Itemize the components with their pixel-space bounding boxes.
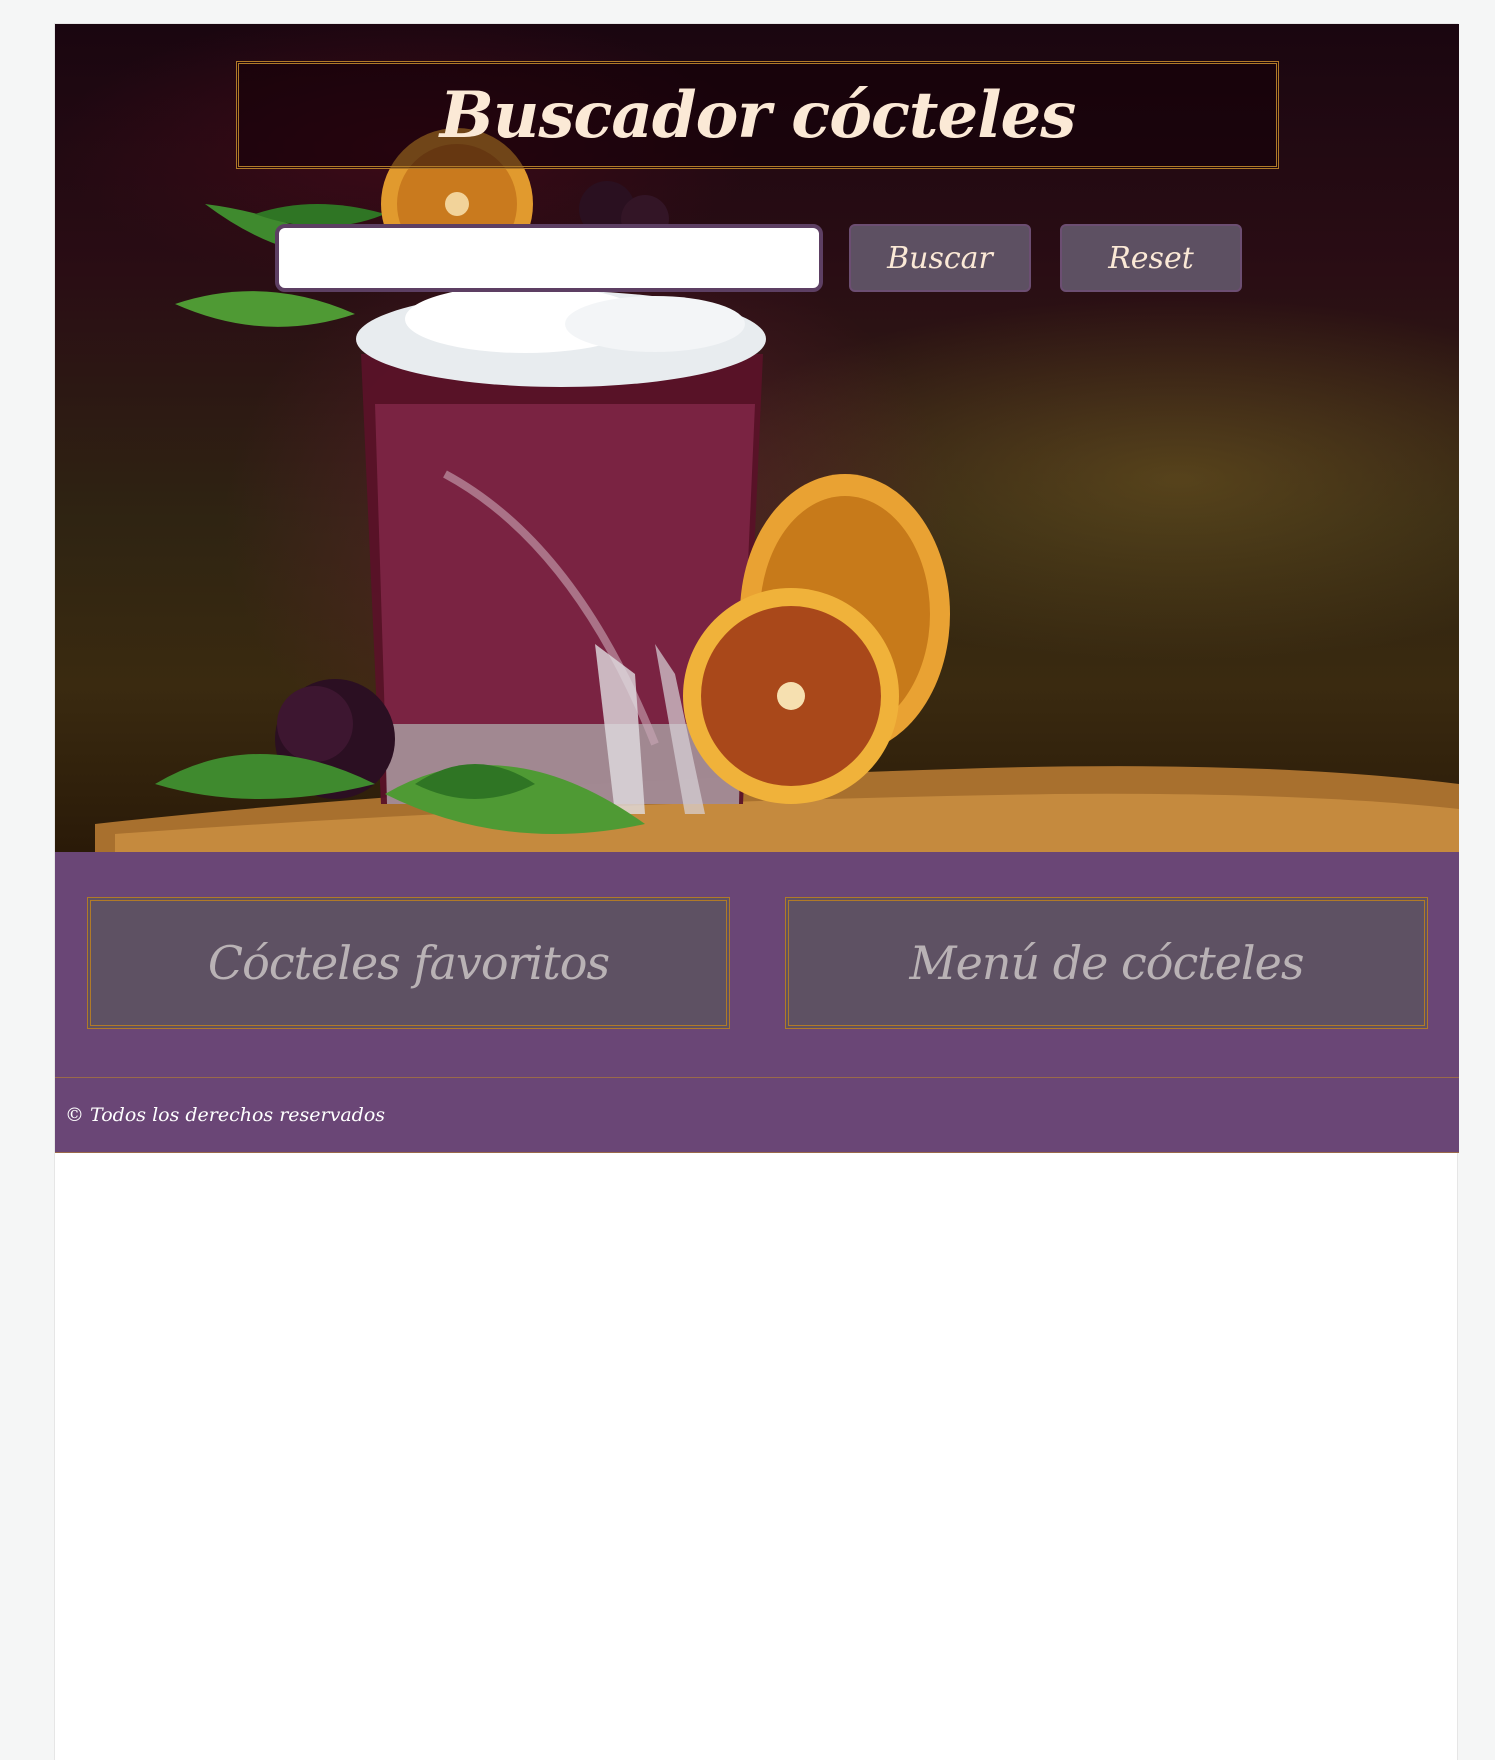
favorite-cocktails-card[interactable]: Cócteles favoritos	[87, 897, 730, 1029]
cocktail-menu-card[interactable]: Menú de cócteles	[785, 897, 1428, 1029]
page-title-box: Buscador cócteles	[236, 61, 1279, 169]
hero-banner: Buscador cócteles Buscar Reset	[55, 24, 1459, 852]
favorite-cocktails-label: Cócteles favoritos	[207, 936, 610, 990]
search-bar: Buscar Reset	[55, 224, 1459, 294]
cocktail-menu-label: Menú de cócteles	[909, 936, 1305, 990]
menu-section: Cócteles favoritos Menú de cócteles	[55, 852, 1459, 1077]
page-container: Buscador cócteles Buscar Reset Cócteles …	[54, 23, 1459, 1760]
search-button[interactable]: Buscar	[849, 224, 1031, 292]
search-input[interactable]	[275, 224, 823, 292]
footer: © Todos los derechos reservados	[55, 1077, 1459, 1153]
page-title: Buscador cócteles	[439, 77, 1076, 153]
copyright-text: © Todos los derechos reservados	[65, 1104, 386, 1126]
reset-button[interactable]: Reset	[1060, 224, 1242, 292]
